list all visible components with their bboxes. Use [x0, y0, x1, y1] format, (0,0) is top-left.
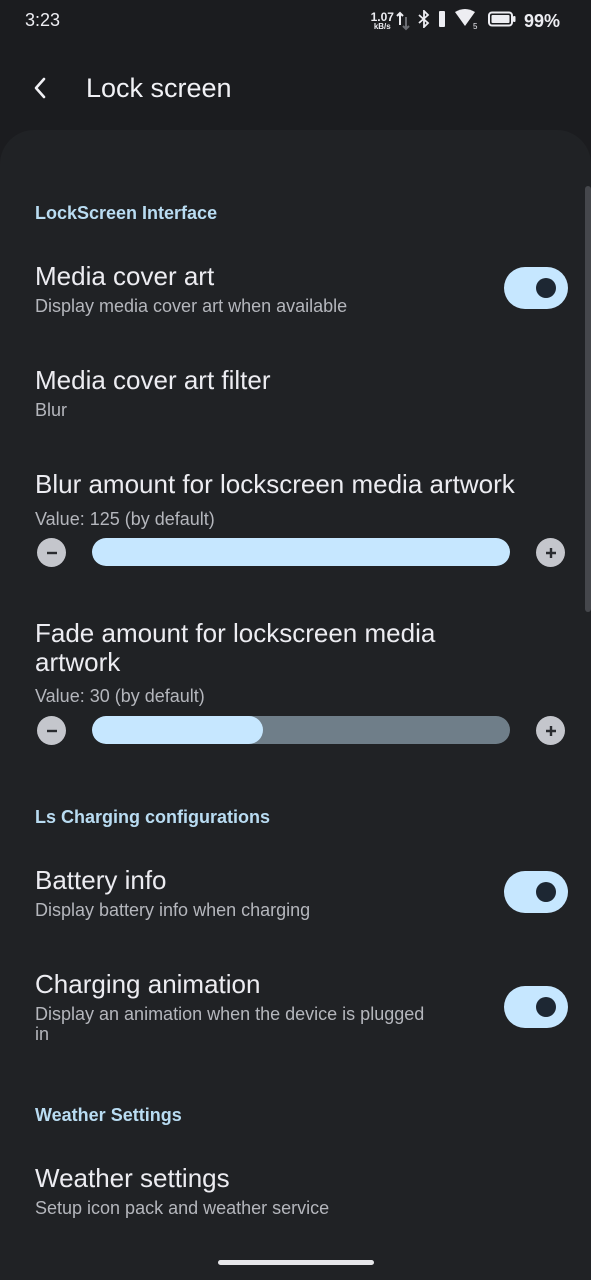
minus-icon [45, 724, 59, 738]
bluetooth-icon [418, 8, 430, 33]
app-bar: Lock screen [0, 60, 591, 120]
settings-list[interactable]: LockScreen Interface Media cover art Dis… [0, 130, 591, 1280]
media-cover-art-filter-value: Blur [35, 400, 68, 420]
wifi-icon: 5 [454, 8, 480, 34]
back-arrow-icon [33, 76, 47, 105]
media-cover-art-toggle[interactable] [504, 267, 568, 309]
blur-amount-slider-row [37, 537, 567, 567]
blur-increase-button[interactable] [536, 538, 565, 567]
fade-increase-button[interactable] [536, 716, 565, 745]
toggle-knob [536, 997, 556, 1017]
toggle-knob [536, 278, 556, 298]
vibrate-icon [438, 10, 446, 33]
media-cover-art-filter-title: Media cover art filter [35, 365, 271, 395]
fade-amount-fill [92, 716, 264, 744]
scrollbar[interactable] [585, 186, 591, 612]
fade-amount-value: Value: 30 (by default) [35, 686, 205, 706]
media-cover-art-subtitle: Display media cover art when available [35, 296, 348, 316]
blur-amount-slider[interactable] [92, 538, 510, 566]
blur-amount-value: Value: 125 (by default) [35, 509, 215, 529]
battery-info-toggle[interactable] [504, 871, 568, 913]
fade-amount-slider[interactable] [92, 716, 510, 744]
battery-icon [487, 11, 516, 32]
battery-info-subtitle: Display battery info when charging [35, 900, 311, 920]
section-title-lockscreen: LockScreen Interface [35, 203, 218, 223]
blur-decrease-button[interactable] [37, 538, 66, 567]
page-title: Lock screen [86, 73, 232, 103]
blur-amount-fill [92, 538, 510, 566]
status-time: 3:23 [25, 10, 61, 30]
home-indicator[interactable] [218, 1260, 374, 1265]
blur-amount-title: Blur amount for lockscreen media artwork [35, 469, 515, 499]
fade-decrease-button[interactable] [37, 716, 66, 745]
media-cover-art-title: Media cover art [35, 261, 215, 291]
status-icons: 1.07 kB/s 5 99% [371, 8, 560, 34]
section-title-charging: Ls Charging configurations [35, 807, 271, 827]
weather-settings-subtitle: Setup icon pack and weather service [35, 1198, 330, 1218]
network-speed-unit: kB/s [373, 22, 391, 31]
fade-amount-title-line2: artwork [35, 647, 121, 677]
battery-percent: 99% [523, 10, 560, 31]
back-button[interactable] [22, 72, 58, 108]
toggle-knob [536, 882, 556, 902]
battery-info-title: Battery info [35, 865, 167, 895]
status-bar: 3:23 1.07 kB/s 5 99% [0, 0, 591, 44]
fade-amount-slider-row [37, 715, 567, 745]
charging-animation-toggle[interactable] [504, 986, 568, 1028]
weather-settings-title: Weather settings [35, 1163, 230, 1193]
plus-icon [544, 546, 558, 560]
svg-text:5: 5 [473, 22, 478, 29]
charging-animation-title: Charging animation [35, 969, 261, 999]
network-speed: 1.07 kB/s [371, 11, 394, 31]
charging-animation-subtitle-line2: in [35, 1024, 50, 1044]
fade-amount-title-line1: Fade amount for lockscreen media [35, 618, 436, 648]
minus-icon [45, 546, 59, 560]
plus-icon [544, 724, 558, 738]
section-title-weather: Weather Settings [35, 1105, 182, 1125]
screen: 3:23 1.07 kB/s 5 99% Lock screen LockScr… [0, 0, 591, 1280]
data-activity-icon [396, 11, 410, 31]
charging-animation-subtitle-line1: Display an animation when the device is … [35, 1004, 425, 1024]
